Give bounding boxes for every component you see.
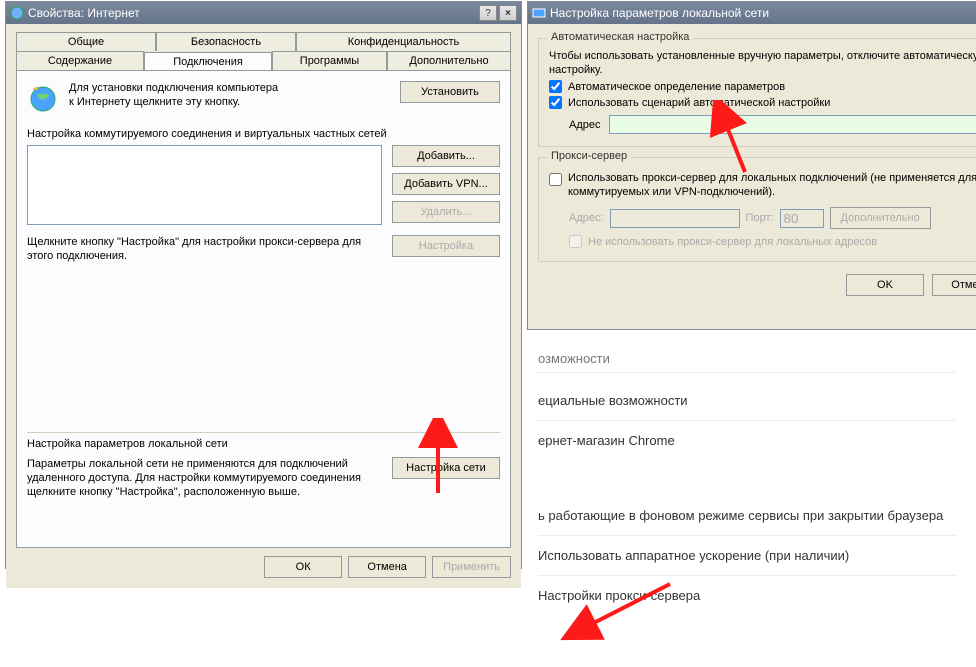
proxy-address-label: Адрес: [569, 212, 604, 224]
internet-properties-icon [10, 6, 24, 20]
remove-button: Удалить... [392, 201, 500, 223]
chrome-settings-background: озможности ециальные возможности ернет-м… [520, 335, 976, 615]
use-proxy-label: Использовать прокси-сервер для локальных… [568, 171, 976, 199]
cancel-button[interactable]: Отмена [932, 274, 976, 296]
proxy-address-input [610, 209, 740, 228]
titlebar[interactable]: Свойства: Интернет ? × [6, 2, 521, 24]
bypass-local-input [569, 235, 582, 248]
auto-hint: Чтобы использовать установленные вручную… [549, 49, 976, 77]
ok-button[interactable]: OK [846, 274, 924, 296]
use-proxy-checkbox[interactable]: Использовать прокси-сервер для локальных… [549, 171, 976, 199]
internet-properties-window: Свойства: Интернет ? × Общие Безопасност… [5, 1, 522, 569]
lan-settings-icon [532, 6, 546, 20]
autodetect-label: Автоматическое определение параметров [568, 81, 785, 93]
chrome-item-hardware-accel[interactable]: Использовать аппаратное ускорение (при н… [538, 536, 956, 576]
chrome-item-accessibility[interactable]: ециальные возможности [538, 381, 956, 421]
automatic-config-group: Автоматическая настройка Чтобы использов… [538, 38, 976, 147]
window-title: Настройка параметров локальной сети [550, 6, 769, 20]
use-script-input[interactable] [549, 96, 562, 109]
proxy-hint: Щелкните кнопку "Настройка" для настройк… [27, 235, 392, 263]
proxy-port-input [780, 209, 824, 228]
tab-security[interactable]: Безопасность [156, 32, 296, 51]
setup-text: Для установки подключения компьютера к И… [69, 81, 400, 109]
help-button[interactable]: ? [479, 5, 497, 21]
bypass-local-label: Не использовать прокси-сервер для локаль… [588, 236, 877, 248]
tab-general[interactable]: Общие [16, 32, 156, 51]
close-button[interactable]: × [499, 5, 517, 21]
connections-tab-pane: Для установки подключения компьютера к И… [16, 70, 511, 548]
tab-content[interactable]: Содержание [16, 51, 144, 70]
chrome-item-store[interactable]: ернет-магазин Chrome [538, 421, 956, 460]
globe-icon [27, 81, 59, 113]
apply-button: Применить [432, 556, 511, 578]
proxy-server-group: Прокси-сервер Использовать прокси-сервер… [538, 157, 976, 262]
autodetect-input[interactable] [549, 80, 562, 93]
add-vpn-button[interactable]: Добавить VPN... [392, 173, 500, 195]
dialup-connections-list[interactable] [27, 145, 382, 225]
use-proxy-input[interactable] [549, 173, 562, 186]
lan-settings-window: Настройка параметров локальной сети × Ав… [527, 1, 976, 330]
chrome-item-background-apps[interactable]: ь работающие в фоновом режиме сервисы пр… [538, 496, 956, 536]
ok-button[interactable]: ОК [264, 556, 342, 578]
setup-button[interactable]: Установить [400, 81, 500, 103]
cancel-button[interactable]: Отмена [348, 556, 426, 578]
use-script-label: Использовать сценарий автоматической нас… [568, 97, 830, 109]
autodetect-checkbox[interactable]: Автоматическое определение параметров [549, 80, 976, 93]
advanced-button: Дополнительно [830, 207, 931, 229]
tab-programs[interactable]: Программы [272, 51, 387, 70]
chrome-item-proxy-settings[interactable]: Настройки прокси-сервера [538, 576, 956, 615]
titlebar[interactable]: Настройка параметров локальной сети × [528, 2, 976, 24]
lan-settings-button[interactable]: Настройка сети [392, 457, 500, 479]
tab-connections[interactable]: Подключения [144, 52, 272, 71]
group-title: Прокси-сервер [547, 150, 631, 162]
lan-text: Параметры локальной сети не применяются … [27, 457, 392, 499]
tab-advanced[interactable]: Дополнительно [387, 51, 511, 70]
settings-button: Настройка [392, 235, 500, 257]
tab-privacy[interactable]: Конфиденциальность [296, 32, 511, 51]
lan-header: Настройка параметров локальной сети [27, 437, 500, 451]
address-label: Адрес [569, 119, 601, 131]
bypass-local-checkbox: Не использовать прокси-сервер для локаль… [569, 235, 976, 248]
add-button[interactable]: Добавить... [392, 145, 500, 167]
script-address-input[interactable] [609, 115, 976, 134]
use-script-checkbox[interactable]: Использовать сценарий автоматической нас… [549, 96, 976, 109]
window-title: Свойства: Интернет [28, 6, 140, 20]
dialup-header: Настройка коммутируемого соединения и ви… [27, 127, 500, 141]
group-title: Автоматическая настройка [547, 31, 693, 43]
chrome-section-head: озможности [538, 345, 956, 373]
proxy-port-label: Порт: [746, 212, 774, 224]
